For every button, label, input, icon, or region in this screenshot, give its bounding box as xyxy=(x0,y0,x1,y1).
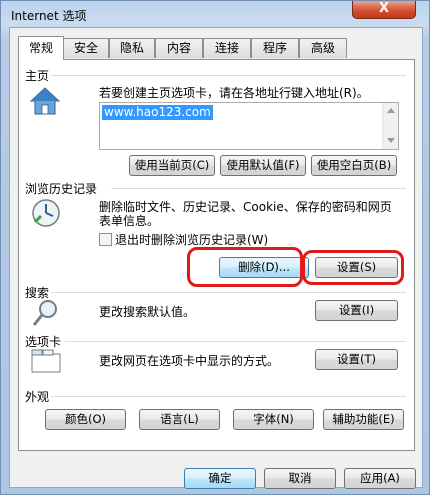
homepage-address-textarea[interactable]: www.hao123.com xyxy=(99,102,399,150)
tab-security[interactable]: 安全 xyxy=(63,38,109,58)
search-icon xyxy=(32,300,57,326)
close-icon: X xyxy=(378,1,390,16)
apply-button[interactable]: 应用(A) xyxy=(344,468,416,489)
homepage-section-title: 主页 xyxy=(25,69,50,83)
history-divider xyxy=(111,188,406,189)
annotation-circle-delete xyxy=(187,247,303,287)
tab-privacy[interactable]: 隐私 xyxy=(109,38,155,58)
use-current-button[interactable]: 使用当前页(C) xyxy=(129,155,215,176)
languages-button[interactable]: 语言(L) xyxy=(139,409,220,430)
search-divider xyxy=(51,292,406,293)
search-description: 更改搜索默认值。 xyxy=(99,305,196,319)
use-blank-button[interactable]: 使用空白页(B) xyxy=(311,155,397,176)
house-icon xyxy=(29,87,61,115)
search-settings-button[interactable]: 设置(I) xyxy=(315,300,398,321)
title-bar: Internet 选项 X xyxy=(1,1,429,27)
history-clock-icon xyxy=(32,199,60,227)
tabs-description: 更改网页在选项卡中显示的方式。 xyxy=(99,354,280,368)
delete-on-exit-label: 退出时删除浏览历史记录(W) xyxy=(115,233,269,247)
tab-connections[interactable]: 连接 xyxy=(203,38,251,58)
tabs-settings-button[interactable]: 设置(T) xyxy=(315,349,398,370)
tabs-divider xyxy=(65,341,406,342)
delete-on-exit-checkbox[interactable] xyxy=(99,233,112,246)
close-button[interactable]: X xyxy=(352,1,416,19)
colors-button[interactable]: 颜色(O) xyxy=(45,409,126,430)
fonts-button[interactable]: 字体(N) xyxy=(233,409,314,430)
internet-options-window: Internet 选项 X 常规 安全 隐私 内容 连接 程序 高级 主页 若要… xyxy=(0,0,430,495)
history-section-title: 浏览历史记录 xyxy=(25,182,98,196)
tab-programs[interactable]: 程序 xyxy=(251,38,299,58)
homepage-divider xyxy=(51,75,406,76)
homepage-url: www.hao123.com xyxy=(102,105,213,120)
window-title: Internet 选项 xyxy=(11,9,87,23)
accessibility-button[interactable]: 辅助功能(E) xyxy=(323,409,404,430)
ok-button[interactable]: 确定 xyxy=(184,468,256,489)
history-description-line2: 表单信息。 xyxy=(99,214,160,228)
tab-content[interactable]: 内容 xyxy=(155,38,203,58)
homepage-description: 若要创建主页选项卡，请在各地址行键入地址(R)。 xyxy=(99,86,369,100)
tabs-icon xyxy=(31,349,61,373)
tabs-section-title: 选项卡 xyxy=(25,335,62,349)
annotation-circle-settings xyxy=(302,250,404,285)
use-default-button[interactable]: 使用默认值(F) xyxy=(220,155,306,176)
appearance-divider xyxy=(51,396,406,397)
scroll-down-icon[interactable] xyxy=(387,138,395,143)
tab-advanced[interactable]: 高级 xyxy=(299,38,347,58)
scroll-up-icon[interactable] xyxy=(387,108,395,113)
homepage-scrollbar[interactable] xyxy=(382,103,398,149)
tab-general[interactable]: 常规 xyxy=(18,36,64,60)
cancel-button[interactable]: 取消 xyxy=(264,468,336,489)
appearance-section-title: 外观 xyxy=(25,390,50,404)
